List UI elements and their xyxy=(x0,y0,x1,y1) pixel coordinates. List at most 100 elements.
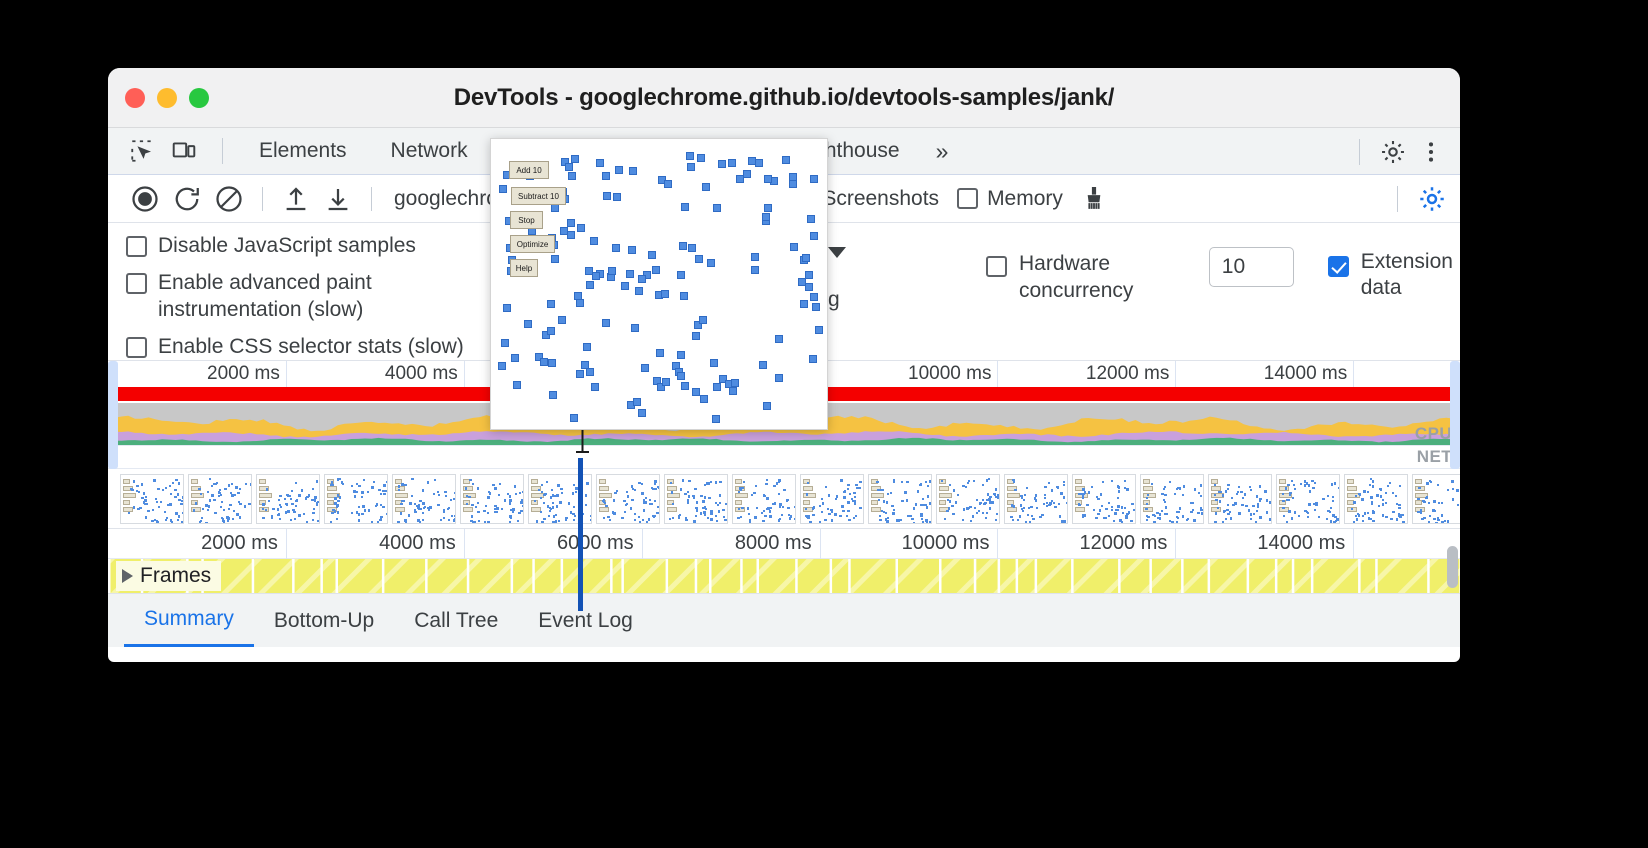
thumb-dot xyxy=(230,482,234,486)
filmstrip-frame[interactable] xyxy=(1208,473,1272,524)
close-window-button[interactable] xyxy=(125,87,145,108)
reload-record-icon[interactable] xyxy=(166,178,208,220)
thumb-dot xyxy=(843,496,846,499)
device-toolbar-icon[interactable] xyxy=(166,133,202,169)
thumb-dot xyxy=(974,507,977,510)
thumb-dot xyxy=(1119,519,1122,522)
gear-icon[interactable] xyxy=(1374,133,1412,171)
chevron-down-icon[interactable] xyxy=(828,247,846,258)
capture-settings-gear-icon[interactable] xyxy=(1412,179,1452,219)
popup-button-add10: Add 10 xyxy=(509,161,549,179)
memory-label: Memory xyxy=(987,186,1063,210)
thumb-dot xyxy=(1117,505,1120,508)
clear-icon[interactable] xyxy=(208,178,250,220)
scatter-square xyxy=(637,275,646,284)
filmstrip-frame[interactable] xyxy=(1412,473,1460,524)
triangle-right-icon[interactable] xyxy=(122,569,133,583)
tab-summary[interactable]: Summary xyxy=(124,594,254,647)
inspect-element-icon[interactable] xyxy=(124,133,160,169)
minimize-window-button[interactable] xyxy=(157,87,177,108)
filmstrip-frame[interactable] xyxy=(120,473,184,524)
thumb-dot xyxy=(982,512,985,515)
filmstrip-frame[interactable] xyxy=(256,473,320,524)
download-profile-icon[interactable] xyxy=(317,178,359,220)
thumb-dot xyxy=(1163,485,1167,488)
filmstrip-frame[interactable] xyxy=(188,473,252,524)
filmstrip[interactable] xyxy=(108,469,1460,529)
thumb-dot xyxy=(1422,499,1425,502)
tab-network[interactable]: Network xyxy=(369,128,490,174)
tab-elements[interactable]: Elements xyxy=(237,128,369,174)
collect-garbage-icon[interactable] xyxy=(1073,178,1115,220)
thumb-dot xyxy=(178,498,181,502)
thumb-dot xyxy=(1145,519,1149,522)
filmstrip-frame[interactable] xyxy=(732,473,796,524)
filmstrip-frame[interactable] xyxy=(1344,473,1408,524)
scatter-square xyxy=(608,267,617,275)
upload-profile-icon[interactable] xyxy=(275,178,317,220)
css-selector-stats-checkbox[interactable] xyxy=(126,336,147,358)
filmstrip-frame[interactable] xyxy=(868,473,932,524)
net-band[interactable]: NET xyxy=(108,445,1460,469)
hardware-concurrency-checkbox[interactable] xyxy=(986,256,1007,277)
thumb-dot xyxy=(654,482,657,486)
tab-bottom-up[interactable]: Bottom-Up xyxy=(254,594,394,647)
thumb-dot xyxy=(572,518,576,522)
thumb-dot xyxy=(1123,487,1127,490)
thumb-dot xyxy=(1398,503,1401,506)
thumb-dot xyxy=(778,506,781,509)
filmstrip-frame[interactable] xyxy=(800,473,864,524)
scatter-square xyxy=(569,413,578,422)
thumb-dot xyxy=(1306,515,1309,519)
memory-checkbox-row[interactable]: Memory xyxy=(957,187,1063,211)
thumb-button xyxy=(531,478,538,484)
filmstrip-frame[interactable] xyxy=(460,473,524,524)
filmstrip-frame[interactable] xyxy=(664,473,728,524)
three-dots-icon[interactable] xyxy=(1412,133,1450,171)
thumb-dot xyxy=(244,482,248,486)
thumb-dot xyxy=(989,501,992,504)
filmstrip-frame[interactable] xyxy=(1140,473,1204,524)
thumb-dot xyxy=(1234,502,1237,505)
thumb-dot xyxy=(1285,521,1289,523)
thumb-dot xyxy=(1192,508,1195,512)
overview-window-left-handle[interactable] xyxy=(108,361,118,469)
filmstrip-frame[interactable] xyxy=(1072,473,1136,524)
filmstrip-frame[interactable] xyxy=(1276,473,1340,524)
thumb-dot xyxy=(1391,491,1395,494)
scatter-square xyxy=(764,203,772,212)
thumb-dot xyxy=(906,480,909,483)
more-tabs-button[interactable]: » xyxy=(922,128,961,174)
timeline-vertical-scrollbar[interactable] xyxy=(1447,546,1458,588)
filmstrip-frame[interactable] xyxy=(324,473,388,524)
thumb-dot xyxy=(1114,512,1117,515)
thumb-dot xyxy=(1197,511,1200,514)
thumb-dot xyxy=(1120,506,1124,509)
filmstrip-frame[interactable] xyxy=(936,473,1000,524)
thumb-dot xyxy=(692,494,695,498)
timeline-ruler[interactable]: 2000 ms 4000 ms 6000 ms 8000 ms 10000 ms 1200… xyxy=(108,529,1460,559)
disable-js-samples-checkbox[interactable] xyxy=(126,236,147,257)
frames-track[interactable]: Frames xyxy=(108,559,1460,593)
filmstrip-frame[interactable] xyxy=(596,473,660,524)
scatter-square xyxy=(621,281,629,290)
record-circle-icon[interactable] xyxy=(124,178,166,220)
tab-event-log[interactable]: Event Log xyxy=(518,594,653,647)
filmstrip-frame[interactable] xyxy=(392,473,456,524)
overview-window-right-handle[interactable] xyxy=(1450,361,1460,469)
thumb-dot xyxy=(267,499,270,503)
hardware-concurrency-input[interactable]: 10 xyxy=(1208,247,1294,287)
memory-checkbox[interactable] xyxy=(957,188,979,209)
filmstrip-frame[interactable] xyxy=(1004,473,1068,524)
timeline-playhead[interactable] xyxy=(578,458,583,611)
frames-track-header[interactable]: Frames xyxy=(116,561,222,591)
thumb-dot xyxy=(1380,495,1383,498)
thumb-button xyxy=(191,478,198,484)
thumb-dot xyxy=(1100,504,1104,508)
thumb-dot xyxy=(1112,519,1115,522)
tab-call-tree[interactable]: Call Tree xyxy=(394,594,518,647)
advanced-paint-checkbox[interactable] xyxy=(126,272,147,294)
extension-data-checkbox[interactable] xyxy=(1327,256,1349,277)
zoom-window-button[interactable] xyxy=(189,87,209,108)
frame-divider xyxy=(1015,559,1019,593)
